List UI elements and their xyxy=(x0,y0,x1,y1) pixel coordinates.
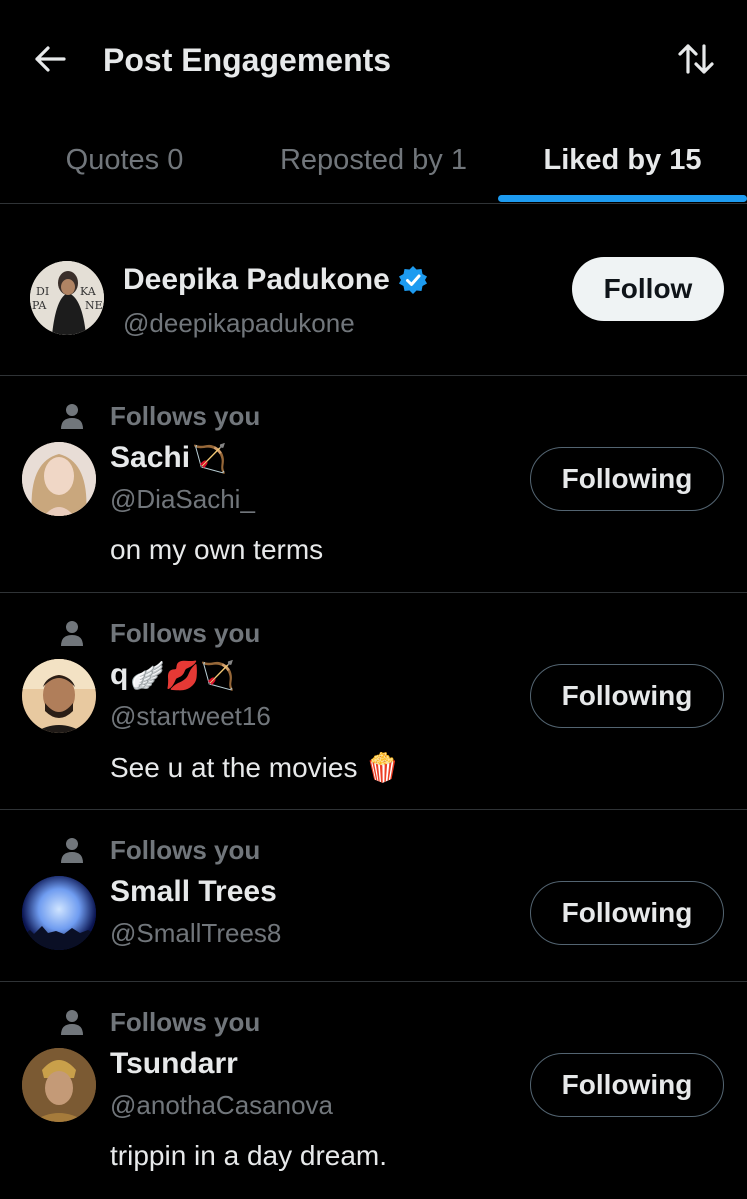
follows-you-text: Follows you xyxy=(110,400,261,431)
user-handle: @SmallTrees8 xyxy=(110,918,282,948)
following-button[interactable]: Following xyxy=(530,1053,724,1117)
engagement-tabs: Quotes 0 Reposted by 1 Liked by 15 xyxy=(0,118,747,204)
user-row[interactable]: Follows you Small Trees @SmallTrees8 Fol… xyxy=(0,810,747,982)
user-name[interactable]: Deepika Padukone xyxy=(123,260,428,300)
avatar[interactable] xyxy=(22,442,96,516)
follows-you-text: Follows you xyxy=(110,1006,261,1037)
person-icon xyxy=(60,835,84,865)
svg-text:KA: KA xyxy=(80,285,97,298)
follow-button[interactable]: Follow xyxy=(572,257,724,321)
user-name[interactable]: Sachi 🏹 xyxy=(110,438,227,478)
user-row[interactable]: Follows you Sachi 🏹 @DiaSachi_ on my own… xyxy=(0,376,747,593)
follows-you-label: Follows you xyxy=(60,617,260,649)
user-handle: @DiaSachi_ xyxy=(110,484,255,514)
svg-text:PA: PA xyxy=(32,299,47,312)
name-emoji: 🏹 xyxy=(192,441,227,475)
user-name-text: Sachi xyxy=(110,441,191,474)
user-name-text: Small Trees xyxy=(110,875,277,908)
user-handle: @startweet16 xyxy=(110,701,271,731)
user-name-text: Tsundarr xyxy=(110,1047,238,1080)
verified-badge-icon xyxy=(398,265,428,295)
following-button[interactable]: Following xyxy=(530,664,724,728)
user-row[interactable]: Follows you q 🪽💋🏹 @startweet16 See u at … xyxy=(0,593,747,810)
user-name-text: Deepika Padukone xyxy=(123,263,390,296)
user-name[interactable]: q 🪽💋🏹 xyxy=(110,655,235,695)
follows-you-text: Follows you xyxy=(110,834,261,865)
follows-you-label: Follows you xyxy=(60,1006,260,1038)
user-handle: @deepikapadukone xyxy=(123,308,355,338)
page-title: Post Engagements xyxy=(103,42,392,78)
user-row[interactable]: Follows you Tsundarr @anothaCasanova tri… xyxy=(0,982,747,1199)
tab-reposted-by[interactable]: Reposted by 1 xyxy=(249,118,498,203)
user-name-text: q xyxy=(110,658,129,691)
top-bar: Post Engagements xyxy=(0,0,747,118)
user-name[interactable]: Tsundarr xyxy=(110,1044,238,1084)
user-name[interactable]: Small Trees xyxy=(110,872,277,912)
avatar[interactable]: DI KA PA NE xyxy=(30,261,104,335)
user-bio: See u at the movies 🍿 xyxy=(110,752,401,783)
user-bio: on my own terms xyxy=(110,534,324,565)
sort-button[interactable] xyxy=(670,37,722,85)
arrow-left-icon xyxy=(33,44,67,79)
svg-text:DI: DI xyxy=(36,285,49,298)
tab-liked-by[interactable]: Liked by 15 xyxy=(498,118,747,203)
avatar[interactable] xyxy=(22,876,96,950)
active-tab-indicator xyxy=(498,195,747,202)
name-emoji: 🪽💋🏹 xyxy=(130,658,235,692)
svg-text:NE: NE xyxy=(85,299,103,312)
follows-you-label: Follows you xyxy=(60,400,260,432)
sort-arrows-icon xyxy=(676,41,716,82)
following-button[interactable]: Following xyxy=(530,447,724,511)
person-icon xyxy=(60,618,84,648)
avatar[interactable] xyxy=(22,659,96,733)
tab-quotes[interactable]: Quotes 0 xyxy=(0,118,249,203)
follows-you-label: Follows you xyxy=(60,834,260,866)
back-button[interactable] xyxy=(26,37,74,85)
user-handle: @anothaCasanova xyxy=(110,1090,333,1120)
user-bio: trippin in a day dream. xyxy=(110,1140,388,1171)
follows-you-text: Follows you xyxy=(110,617,261,648)
person-icon xyxy=(60,1007,84,1037)
person-icon xyxy=(60,401,84,431)
user-row[interactable]: DI KA PA NE Deepika Padukone @deepikapad… xyxy=(0,204,747,376)
avatar[interactable] xyxy=(22,1048,96,1122)
following-button[interactable]: Following xyxy=(530,881,724,945)
